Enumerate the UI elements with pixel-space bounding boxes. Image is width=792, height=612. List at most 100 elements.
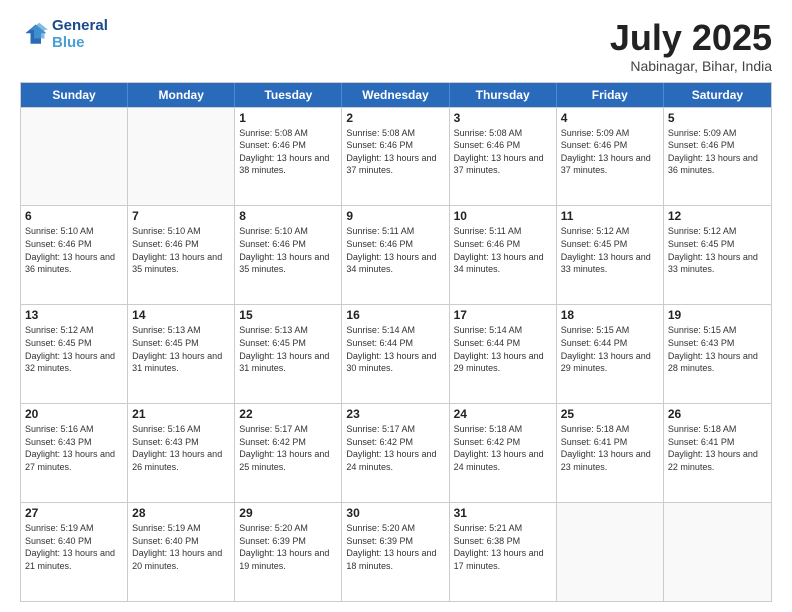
calendar-week-1: 1 Sunrise: 5:08 AM Sunset: 6:46 PM Daylig… bbox=[21, 107, 771, 206]
day-info: Sunrise: 5:18 AM Sunset: 6:41 PM Dayligh… bbox=[668, 423, 767, 473]
day-number: 14 bbox=[132, 308, 230, 322]
day-info: Sunrise: 5:12 AM Sunset: 6:45 PM Dayligh… bbox=[561, 225, 659, 275]
day-number: 7 bbox=[132, 209, 230, 223]
calendar-header-tuesday: Tuesday bbox=[235, 83, 342, 107]
table-row: 2 Sunrise: 5:08 AM Sunset: 6:46 PM Daylig… bbox=[342, 108, 449, 206]
day-number: 31 bbox=[454, 506, 552, 520]
calendar-header-wednesday: Wednesday bbox=[342, 83, 449, 107]
table-row: 28Sunrise: 5:19 AM Sunset: 6:40 PM Dayli… bbox=[128, 503, 235, 601]
day-info: Sunrise: 5:19 AM Sunset: 6:40 PM Dayligh… bbox=[132, 522, 230, 572]
logo-line2: Blue bbox=[52, 34, 85, 51]
day-info: Sunrise: 5:16 AM Sunset: 6:43 PM Dayligh… bbox=[25, 423, 123, 473]
table-row: 30 Sunrise: 5:20 AM Sunset: 6:39 PM Dayli… bbox=[342, 503, 449, 601]
calendar-week-5: 27 Sunrise: 5:19 AM Sunset: 6:40 PM Dayli… bbox=[21, 502, 771, 601]
day-info: Sunrise: 5:18 AM Sunset: 6:41 PM Dayligh… bbox=[561, 423, 659, 473]
table-row: 12 Sunrise: 5:12 AM Sunset: 6:45 PM Dayli… bbox=[664, 206, 771, 304]
table-row: 6 Sunrise: 5:10 AM Sunset: 6:46 PM Daylig… bbox=[21, 206, 128, 304]
logo: General Blue bbox=[20, 18, 108, 51]
day-number: 19 bbox=[668, 308, 767, 322]
day-number: 8 bbox=[239, 209, 337, 223]
day-number: 1 bbox=[239, 111, 337, 125]
table-row: 26Sunrise: 5:18 AM Sunset: 6:41 PM Dayli… bbox=[664, 404, 771, 502]
table-row: 27 Sunrise: 5:19 AM Sunset: 6:40 PM Dayli… bbox=[21, 503, 128, 601]
table-row: 23Sunrise: 5:17 AM Sunset: 6:42 PM Dayli… bbox=[342, 404, 449, 502]
title-block: July 2025 Nabinagar, Bihar, India bbox=[610, 18, 772, 74]
table-row: 19 Sunrise: 5:15 AM Sunset: 6:43 PM Dayli… bbox=[664, 305, 771, 403]
table-row: 4Sunrise: 5:09 AM Sunset: 6:46 PM Daylig… bbox=[557, 108, 664, 206]
calendar-header-saturday: Saturday bbox=[664, 83, 771, 107]
day-info: Sunrise: 5:17 AM Sunset: 6:42 PM Dayligh… bbox=[346, 423, 444, 473]
day-number: 3 bbox=[454, 111, 552, 125]
table-row: 29 Sunrise: 5:20 AM Sunset: 6:39 PM Dayli… bbox=[235, 503, 342, 601]
day-number: 2 bbox=[346, 111, 444, 125]
table-row: 20Sunrise: 5:16 AM Sunset: 6:43 PM Dayli… bbox=[21, 404, 128, 502]
main-title: July 2025 bbox=[610, 18, 772, 58]
day-info: Sunrise: 5:08 AM Sunset: 6:46 PM Dayligh… bbox=[239, 127, 337, 177]
calendar-week-2: 6 Sunrise: 5:10 AM Sunset: 6:46 PM Daylig… bbox=[21, 205, 771, 304]
day-number: 12 bbox=[668, 209, 767, 223]
day-number: 11 bbox=[561, 209, 659, 223]
calendar-header-monday: Monday bbox=[128, 83, 235, 107]
day-number: 15 bbox=[239, 308, 337, 322]
table-row: 25 Sunrise: 5:18 AM Sunset: 6:41 PM Dayli… bbox=[557, 404, 664, 502]
day-info: Sunrise: 5:12 AM Sunset: 6:45 PM Dayligh… bbox=[668, 225, 767, 275]
table-row: 16 Sunrise: 5:14 AM Sunset: 6:44 PM Dayli… bbox=[342, 305, 449, 403]
table-row: 15 Sunrise: 5:13 AM Sunset: 6:45 PM Dayli… bbox=[235, 305, 342, 403]
day-info: Sunrise: 5:10 AM Sunset: 6:46 PM Dayligh… bbox=[25, 225, 123, 275]
day-info: Sunrise: 5:08 AM Sunset: 6:46 PM Dayligh… bbox=[346, 127, 444, 177]
header: General Blue July 2025 Nabinagar, Bihar,… bbox=[20, 18, 772, 74]
day-info: Sunrise: 5:19 AM Sunset: 6:40 PM Dayligh… bbox=[25, 522, 123, 572]
table-row: 8Sunrise: 5:10 AM Sunset: 6:46 PM Daylig… bbox=[235, 206, 342, 304]
table-row: 14 Sunrise: 5:13 AM Sunset: 6:45 PM Dayli… bbox=[128, 305, 235, 403]
calendar-week-3: 13 Sunrise: 5:12 AM Sunset: 6:45 PM Dayli… bbox=[21, 304, 771, 403]
day-number: 27 bbox=[25, 506, 123, 520]
day-info: Sunrise: 5:18 AM Sunset: 6:42 PM Dayligh… bbox=[454, 423, 552, 473]
page: General Blue July 2025 Nabinagar, Bihar,… bbox=[0, 0, 792, 612]
table-row: 9 Sunrise: 5:11 AM Sunset: 6:46 PM Daylig… bbox=[342, 206, 449, 304]
day-info: Sunrise: 5:12 AM Sunset: 6:45 PM Dayligh… bbox=[25, 324, 123, 374]
day-info: Sunrise: 5:20 AM Sunset: 6:39 PM Dayligh… bbox=[346, 522, 444, 572]
table-row: 22Sunrise: 5:17 AM Sunset: 6:42 PM Dayli… bbox=[235, 404, 342, 502]
table-row bbox=[21, 108, 128, 206]
table-row: 17Sunrise: 5:14 AM Sunset: 6:44 PM Dayli… bbox=[450, 305, 557, 403]
table-row: 24 Sunrise: 5:18 AM Sunset: 6:42 PM Dayli… bbox=[450, 404, 557, 502]
day-info: Sunrise: 5:21 AM Sunset: 6:38 PM Dayligh… bbox=[454, 522, 552, 572]
calendar-body: 1 Sunrise: 5:08 AM Sunset: 6:46 PM Daylig… bbox=[21, 107, 771, 601]
subtitle: Nabinagar, Bihar, India bbox=[610, 58, 772, 74]
table-row: 3Sunrise: 5:08 AM Sunset: 6:46 PM Daylig… bbox=[450, 108, 557, 206]
day-number: 24 bbox=[454, 407, 552, 421]
table-row: 1 Sunrise: 5:08 AM Sunset: 6:46 PM Daylig… bbox=[235, 108, 342, 206]
day-number: 4 bbox=[561, 111, 659, 125]
table-row: 31 Sunrise: 5:21 AM Sunset: 6:38 PM Dayli… bbox=[450, 503, 557, 601]
calendar-header-row: SundayMondayTuesdayWednesdayThursdayFrid… bbox=[21, 83, 771, 107]
table-row: 13 Sunrise: 5:12 AM Sunset: 6:45 PM Dayli… bbox=[21, 305, 128, 403]
logo-icon bbox=[20, 21, 48, 49]
day-number: 16 bbox=[346, 308, 444, 322]
calendar: SundayMondayTuesdayWednesdayThursdayFrid… bbox=[20, 82, 772, 602]
day-number: 25 bbox=[561, 407, 659, 421]
day-number: 9 bbox=[346, 209, 444, 223]
day-number: 30 bbox=[346, 506, 444, 520]
table-row bbox=[128, 108, 235, 206]
table-row: 18 Sunrise: 5:15 AM Sunset: 6:44 PM Dayli… bbox=[557, 305, 664, 403]
day-number: 6 bbox=[25, 209, 123, 223]
day-info: Sunrise: 5:09 AM Sunset: 6:46 PM Dayligh… bbox=[668, 127, 767, 177]
day-info: Sunrise: 5:17 AM Sunset: 6:42 PM Dayligh… bbox=[239, 423, 337, 473]
day-info: Sunrise: 5:20 AM Sunset: 6:39 PM Dayligh… bbox=[239, 522, 337, 572]
day-number: 5 bbox=[668, 111, 767, 125]
day-number: 18 bbox=[561, 308, 659, 322]
table-row: 10Sunrise: 5:11 AM Sunset: 6:46 PM Dayli… bbox=[450, 206, 557, 304]
day-number: 13 bbox=[25, 308, 123, 322]
day-info: Sunrise: 5:14 AM Sunset: 6:44 PM Dayligh… bbox=[346, 324, 444, 374]
day-info: Sunrise: 5:15 AM Sunset: 6:43 PM Dayligh… bbox=[668, 324, 767, 374]
calendar-header-sunday: Sunday bbox=[21, 83, 128, 107]
day-info: Sunrise: 5:14 AM Sunset: 6:44 PM Dayligh… bbox=[454, 324, 552, 374]
day-info: Sunrise: 5:15 AM Sunset: 6:44 PM Dayligh… bbox=[561, 324, 659, 374]
day-info: Sunrise: 5:11 AM Sunset: 6:46 PM Dayligh… bbox=[346, 225, 444, 275]
logo-text: General Blue bbox=[52, 18, 108, 51]
calendar-header-friday: Friday bbox=[557, 83, 664, 107]
table-row: 11 Sunrise: 5:12 AM Sunset: 6:45 PM Dayli… bbox=[557, 206, 664, 304]
day-info: Sunrise: 5:13 AM Sunset: 6:45 PM Dayligh… bbox=[132, 324, 230, 374]
day-number: 29 bbox=[239, 506, 337, 520]
day-info: Sunrise: 5:13 AM Sunset: 6:45 PM Dayligh… bbox=[239, 324, 337, 374]
